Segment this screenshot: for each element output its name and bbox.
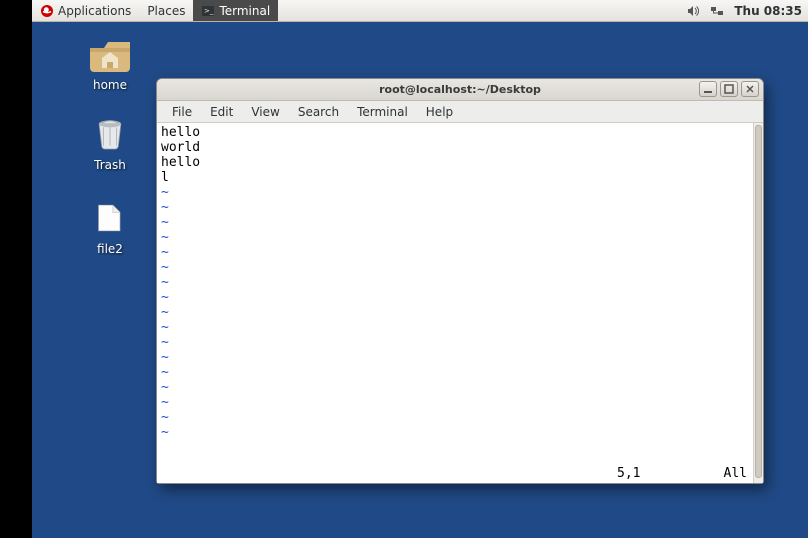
vim-status-line: 5,1 All bbox=[157, 466, 753, 481]
top-panel: Applications Places >_ Terminal Thu 08:3… bbox=[32, 0, 808, 22]
vim-tilde: ~ bbox=[161, 215, 759, 230]
terminal-scrollbar[interactable] bbox=[753, 123, 763, 483]
close-button[interactable] bbox=[741, 81, 759, 97]
terminal-icon: >_ bbox=[201, 4, 215, 18]
applications-label: Applications bbox=[58, 4, 131, 18]
content-line: world bbox=[161, 140, 759, 155]
window-titlebar[interactable]: root@localhost:~/Desktop bbox=[157, 79, 763, 101]
vim-tilde: ~ bbox=[161, 320, 759, 335]
vim-scope: All bbox=[724, 466, 747, 481]
desktop-icon-trash[interactable]: Trash bbox=[72, 114, 148, 172]
vim-tilde: ~ bbox=[161, 260, 759, 275]
vim-tilde: ~ bbox=[161, 395, 759, 410]
vim-tilde: ~ bbox=[161, 425, 759, 440]
minimize-button[interactable] bbox=[699, 81, 717, 97]
places-menu[interactable]: Places bbox=[139, 0, 193, 21]
svg-text:>_: >_ bbox=[204, 7, 214, 15]
content-line: hello bbox=[161, 155, 759, 170]
desktop-icon-home-label: home bbox=[72, 78, 148, 92]
vim-tilde: ~ bbox=[161, 245, 759, 260]
menu-help[interactable]: Help bbox=[417, 105, 462, 119]
vim-tilde: ~ bbox=[161, 275, 759, 290]
desktop-icon-file2-label: file2 bbox=[72, 242, 148, 256]
scrollbar-thumb[interactable] bbox=[755, 125, 762, 478]
applications-menu[interactable]: Applications bbox=[32, 0, 139, 21]
home-folder-icon bbox=[86, 34, 134, 74]
vim-tilde: ~ bbox=[161, 200, 759, 215]
distro-logo-icon bbox=[40, 4, 54, 18]
desktop-icon-trash-label: Trash bbox=[72, 158, 148, 172]
trash-icon bbox=[86, 114, 134, 154]
vim-tilde: ~ bbox=[161, 380, 759, 395]
terminal-content[interactable]: hello world hello l ~ ~ ~ ~ ~ ~ ~ ~ ~ ~ … bbox=[157, 123, 763, 483]
vim-tilde: ~ bbox=[161, 185, 759, 200]
network-icon[interactable] bbox=[710, 4, 724, 18]
menu-file[interactable]: File bbox=[163, 105, 201, 119]
vim-tilde: ~ bbox=[161, 410, 759, 425]
desktop-icon-home[interactable]: home bbox=[72, 34, 148, 92]
window-title: root@localhost:~/Desktop bbox=[379, 83, 541, 96]
menu-search[interactable]: Search bbox=[289, 105, 348, 119]
menu-terminal[interactable]: Terminal bbox=[348, 105, 417, 119]
volume-icon[interactable] bbox=[686, 4, 700, 18]
maximize-button[interactable] bbox=[720, 81, 738, 97]
vim-cursor-position: 5,1 bbox=[617, 466, 640, 481]
menu-edit[interactable]: Edit bbox=[201, 105, 242, 119]
vim-tilde: ~ bbox=[161, 290, 759, 305]
vim-tilde: ~ bbox=[161, 335, 759, 350]
content-line: l bbox=[161, 170, 759, 185]
file-icon bbox=[86, 198, 134, 238]
desktop-icon-file2[interactable]: file2 bbox=[72, 198, 148, 256]
places-label: Places bbox=[147, 4, 185, 18]
taskbar-terminal-label: Terminal bbox=[219, 4, 270, 18]
vim-tilde: ~ bbox=[161, 230, 759, 245]
left-black-margin bbox=[0, 0, 32, 538]
menu-view[interactable]: View bbox=[242, 105, 288, 119]
panel-clock[interactable]: Thu 08:35 bbox=[734, 4, 802, 18]
terminal-window: root@localhost:~/Desktop File Edit View … bbox=[156, 78, 764, 484]
terminal-menubar: File Edit View Search Terminal Help bbox=[157, 101, 763, 123]
taskbar-terminal[interactable]: >_ Terminal bbox=[193, 0, 278, 21]
vim-tilde: ~ bbox=[161, 350, 759, 365]
content-line: hello bbox=[161, 125, 759, 140]
vim-tilde: ~ bbox=[161, 305, 759, 320]
vim-tilde: ~ bbox=[161, 365, 759, 380]
